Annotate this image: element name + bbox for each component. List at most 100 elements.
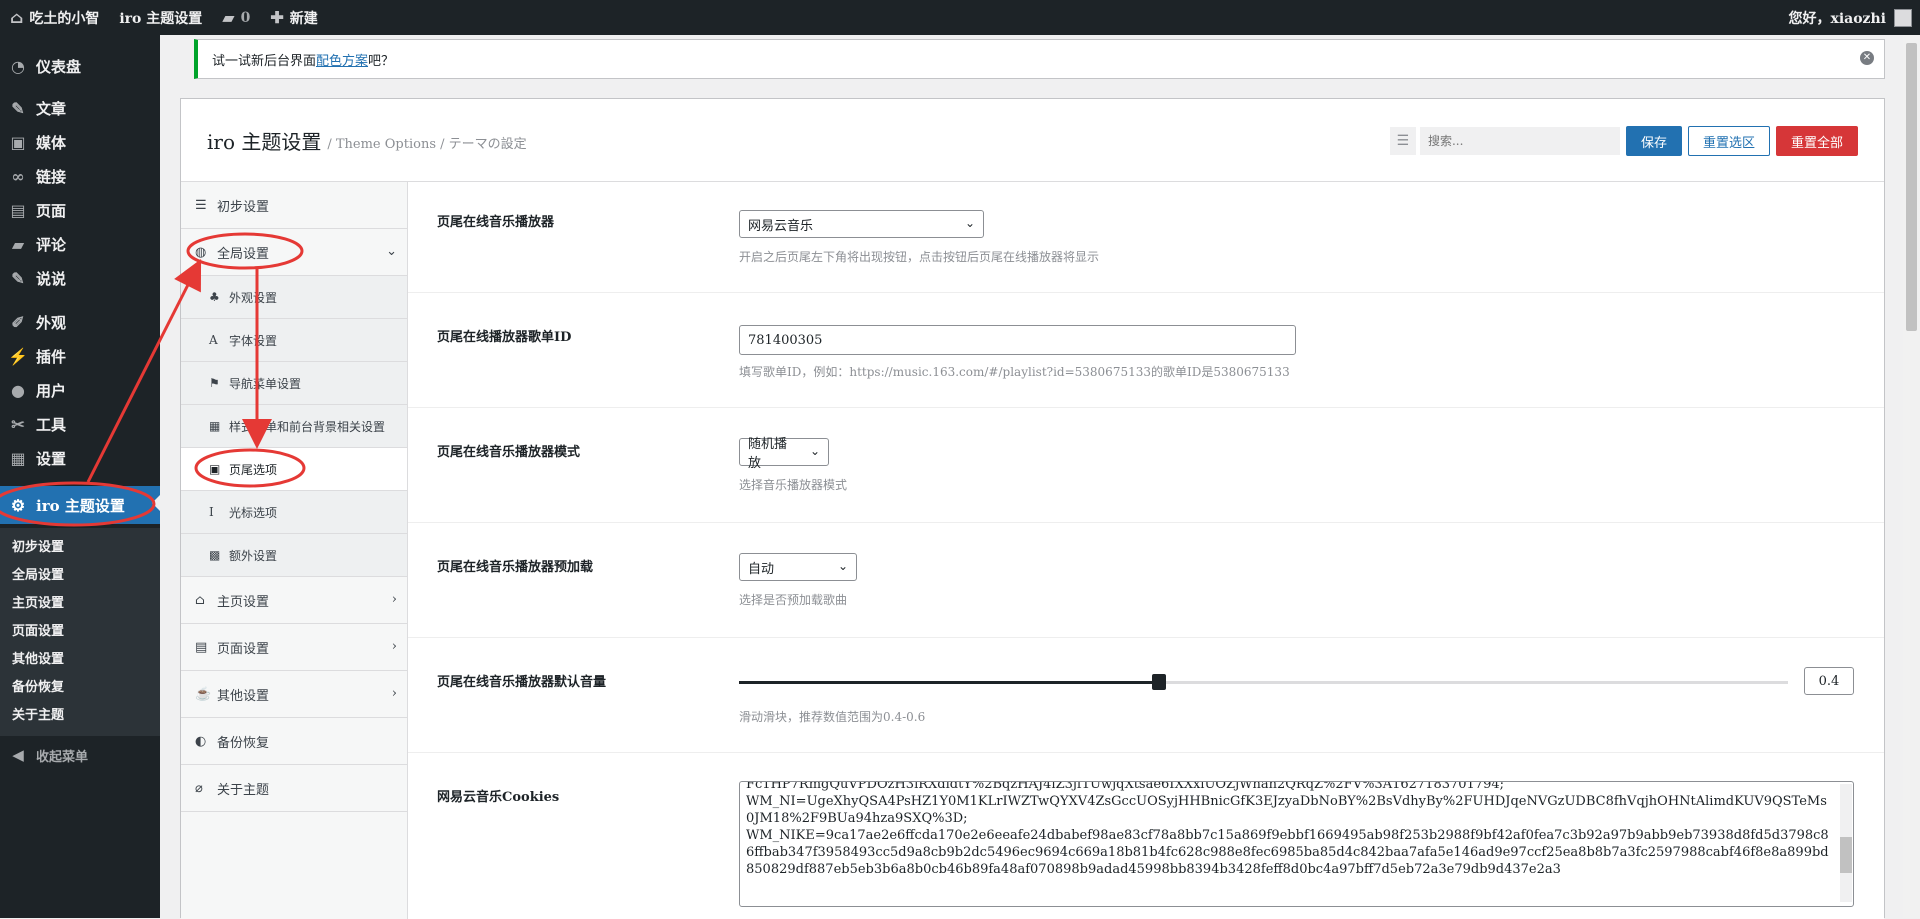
music-player-select[interactable]: 网易云音乐 ⌄ [739,210,984,238]
submenu-initial[interactable]: 初步设置 [0,534,160,562]
admin-notice: 试一试新后台界面 配色方案 吧？ ✕ [194,39,1885,79]
volume-slider-fill [739,681,1159,684]
pin-icon: ✎ [11,98,25,118]
submenu-page[interactable]: 页面设置 [0,618,160,646]
nav-initial-settings[interactable]: ☰ 初步设置 [181,182,407,229]
search-input[interactable] [1419,127,1620,155]
menu-dashboard[interactable]: ◔ 仪表盘 [0,49,160,83]
submenu-global[interactable]: 全局设置 [0,562,160,590]
reset-all-button[interactable]: 重置全部 [1775,126,1858,156]
player-mode-select[interactable]: 随机播放 ⌄ [739,437,829,471]
new-content-link[interactable]: ✚ 新建 [260,0,327,35]
page-subtitle: / Theme Options / テーマの設定 [327,136,527,152]
menu-iro-theme-settings[interactable]: ⚙ iro 主题设置 [0,486,160,524]
user-icon: ● [11,380,25,400]
comment-icon: ▰ [222,8,235,27]
menu-settings[interactable]: ▦ 设置 [0,441,160,475]
menu-plugins[interactable]: ⚡ 插件 [0,339,160,373]
grid-icon: ▦ [209,419,221,433]
nav-sub-navigation[interactable]: ⚑ 导航菜单设置 [181,362,407,405]
cookies-textarea[interactable]: Fc1HP7RmgQuVPDOzH3iRXdidtY%2BqzHAJ4iZ3jf… [739,781,1854,907]
settings-icon: ▦ [10,448,26,468]
shield-icon: ◐ [195,733,207,749]
link-icon: ∞ [11,166,25,186]
menu-posts[interactable]: ✎ 文章 [0,91,160,125]
user-account-link[interactable]: 您好，xiaozhi [1788,8,1920,28]
menu-media[interactable]: ▣ 媒体 [0,125,160,159]
submenu-about[interactable]: 关于主题 [0,702,160,730]
dismiss-icon[interactable]: ✕ [1860,51,1874,65]
theme-settings-link[interactable]: iro 主题设置 [109,0,212,35]
nav-about[interactable]: ⌀ 关于主题 [181,765,407,812]
menu-comments[interactable]: ▰ 评论 [0,227,160,261]
volume-value-input[interactable]: 0.4 [1804,667,1854,695]
reset-section-button[interactable]: 重置选区 [1687,126,1770,156]
field-cookies: 网易云音乐Cookies Fc1HP7RmgQuVPDOzH3iRXdidtY%… [408,753,1884,919]
field-label: 页尾在线音乐播放器预加载 [437,560,594,575]
font-icon: A [209,333,218,347]
brush-icon: ✐ [11,312,25,332]
expand-all-icon[interactable]: ☰ [1389,127,1416,155]
textarea-scroll-thumb[interactable] [1840,837,1852,873]
gift-icon: ▩ [209,548,221,562]
site-name-link[interactable]: ⌂ 吃土的小智 [0,0,109,35]
menu-shuoshuo[interactable]: ✎ 说说 [0,261,160,295]
volume-slider[interactable] [739,674,1788,690]
nav-sub-appearance[interactable]: ♣ 外观设置 [181,276,407,319]
home-icon: ⌂ [195,592,205,608]
page-icon: ▤ [10,200,26,220]
field-label: 网易云音乐Cookies [437,790,560,805]
nav-global-settings[interactable]: ◍ 全局设置 ⌄ [181,229,407,276]
caret-square-icon: ▣ [209,462,221,476]
volume-slider-handle[interactable] [1151,674,1166,690]
field-description: 开启之后页尾左下角将出现按钮，点击按钮后页尾在线播放器将显示 [739,250,1100,264]
collapse-menu-button[interactable]: ◀ 收起菜单 [0,738,160,772]
menu-appearance[interactable]: ✐ 外观 [0,305,160,339]
submenu-home[interactable]: 主页设置 [0,590,160,618]
field-playlist-id: 页尾在线播放器歌单ID 781400305 填写歌单ID，例如：https://… [408,293,1884,408]
nav-sub-extra[interactable]: ▩ 额外设置 [181,534,407,577]
nav-sub-style-menu[interactable]: ▦ 样式菜单和前台背景相关设置 [181,405,407,448]
avatar [1894,8,1912,27]
theme-options-panel: iro 主题设置 / Theme Options / テーマの設定 ☰ 保存 重… [180,98,1885,919]
dashboard-icon: ◔ [11,56,25,76]
nav-home-settings[interactable]: ⌂ 主页设置 › [181,577,407,624]
header-tools: ☰ 保存 重置选区 重置全部 [1389,126,1858,156]
preload-select[interactable]: 自动 ⌄ [739,553,857,581]
nav-other-settings[interactable]: ☕ 其他设置 › [181,671,407,718]
field-volume: 页尾在线音乐播放器默认音量 0.4 滑动滑块，推荐数值范围为0.4-0.6 [408,638,1884,753]
cookies-text: Fc1HP7RmgQuVPDOzH3iRXdidtY%2BqzHAJ4iZ3jf… [746,781,1829,877]
sliders-icon: ☰ [195,197,207,213]
color-scheme-link[interactable]: 配色方案 [316,50,368,69]
options-content: 页尾在线音乐播放器 网易云音乐 ⌄ 开启之后页尾左下角将出现按钮，点击按钮后页尾在… [408,182,1884,919]
field-label: 页尾在线音乐播放器模式 [437,445,581,460]
page-scroll-thumb[interactable] [1906,43,1917,331]
gear-icon: ⚙ [10,495,26,515]
playlist-id-input[interactable]: 781400305 [739,325,1296,355]
chevron-right-icon: › [391,686,397,701]
save-button[interactable]: 保存 [1625,126,1682,156]
nav-sub-cursor[interactable]: I 光标选项 [181,491,407,534]
page-scrollbar[interactable] [1903,35,1920,918]
field-music-player: 页尾在线音乐播放器 网易云音乐 ⌄ 开启之后页尾左下角将出现按钮，点击按钮后页尾在… [408,182,1884,293]
comments-link[interactable]: ▰ 0 [212,0,260,35]
chevron-right-icon: › [391,592,397,607]
nav-sub-font[interactable]: A 字体设置 [181,319,407,362]
menu-tools[interactable]: ✂ 工具 [0,407,160,441]
nav-backup[interactable]: ◐ 备份恢复 [181,718,407,765]
menu-links[interactable]: ∞ 链接 [0,159,160,193]
submenu-other[interactable]: 其他设置 [0,646,160,674]
menu-users[interactable]: ● 用户 [0,373,160,407]
plus-icon: ✚ [270,8,284,27]
collapse-icon: ◀ [12,746,24,764]
nav-sub-footer[interactable]: ▣ 页尾选项 [181,448,407,491]
pin-icon: ✎ [11,268,25,288]
nav-page-settings[interactable]: ▤ 页面设置 › [181,624,407,671]
submenu-backup[interactable]: 备份恢复 [0,674,160,702]
menu-pages[interactable]: ▤ 页面 [0,193,160,227]
plugin-icon: ⚡ [8,346,28,366]
field-description: 选择音乐播放器模式 [739,478,848,492]
wrench-icon: ✂ [11,414,25,434]
file-icon: ▤ [195,639,208,655]
field-label: 页尾在线音乐播放器 [437,215,555,230]
